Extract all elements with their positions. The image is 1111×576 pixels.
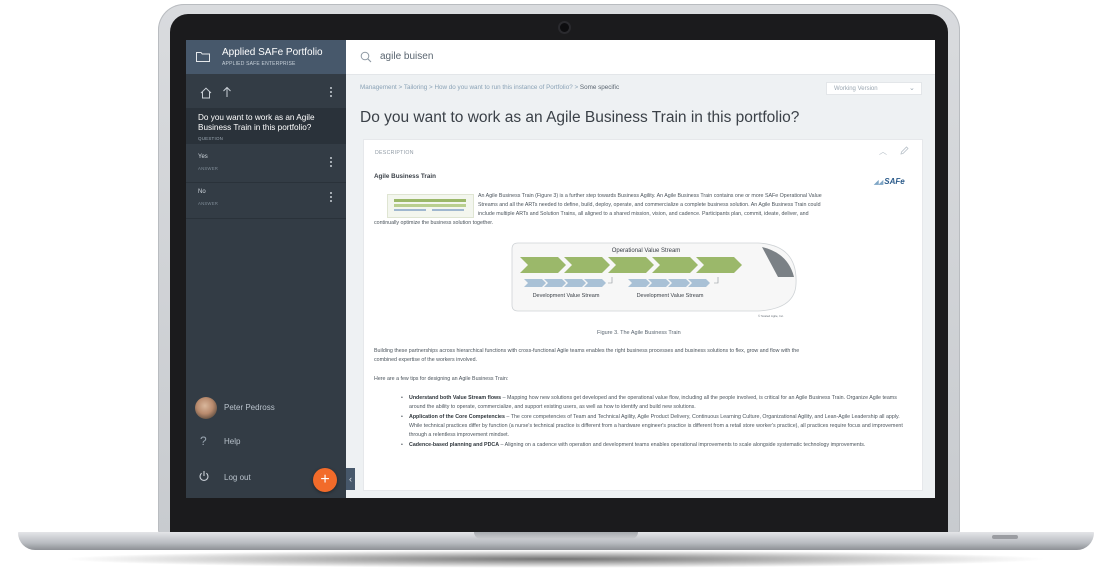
laptop-shadow <box>60 550 1050 568</box>
tips-list: • Understand both Value Stream flows – M… <box>401 394 911 451</box>
intro-line: An Agile Business Train (Figure 3) is a … <box>478 193 822 199</box>
figure-right-label: Development Value Stream <box>637 293 704 299</box>
intro-last-line: continually optimize the business soluti… <box>374 220 494 226</box>
breadcrumb[interactable]: Management > Tailoring > How do you want… <box>360 84 619 91</box>
camera <box>560 23 569 32</box>
figure-credit: © Scaled Agile, Inc. <box>758 314 784 318</box>
laptop-notch <box>474 532 638 539</box>
tip-text: – Aligning on a cadence with operation a… <box>499 442 866 448</box>
tips-intro: Here are a few tips for designing an Agi… <box>374 376 509 382</box>
para2-line: Building these partnerships across hiera… <box>374 348 800 354</box>
thumbnail-bar <box>394 209 426 211</box>
thumbnail-bar <box>432 209 464 211</box>
page-title: Do you want to work as an Agile Business… <box>360 109 800 126</box>
operational-chevrons <box>520 257 742 273</box>
thumbnail-bar <box>394 204 466 207</box>
bullet: • <box>401 395 403 401</box>
chevron-up-icon[interactable]: ︿ <box>879 146 887 157</box>
tip-item: • Understand both Value Stream flows – M… <box>401 394 911 412</box>
card-label: DESCRIPTION <box>375 150 414 156</box>
tip-title: Understand both Value Stream flows <box>409 395 502 401</box>
agile-business-train-figure: Operational Value Stream Development Val… <box>511 242 797 318</box>
figure-caption: Figure 3. The Agile Business Train <box>597 330 681 336</box>
chevron-down-icon: ⌄ <box>909 85 915 92</box>
search-icon[interactable] <box>360 51 372 63</box>
pencil-icon[interactable] <box>900 146 909 155</box>
breadcrumb-current: Some specific <box>579 84 620 91</box>
version-select[interactable]: Working Version ⌄ <box>826 82 922 95</box>
version-select-value: Working Version <box>834 85 878 92</box>
thumbnail-bar <box>394 199 466 202</box>
figure-top-label: Operational Value Stream <box>612 248 681 254</box>
safe-logo-text: SAFe <box>884 177 905 186</box>
intro-line: Streams and all the ARTs needed to defin… <box>478 202 821 208</box>
figure-left-label: Development Value Stream <box>533 293 600 299</box>
para2-line: combined expertise of the workers involv… <box>374 357 478 363</box>
search-input[interactable]: agile buisen <box>380 51 433 62</box>
tip-title: Cadence-based planning and PDCA <box>409 442 500 448</box>
partnerships-paragraph: Building these partnerships across hiera… <box>374 347 919 365</box>
tip-title: Application of the Core Competencies <box>409 414 505 420</box>
tip-item: • Cadence-based planning and PDCA – Alig… <box>401 441 911 450</box>
search-bar[interactable] <box>346 40 935 75</box>
main-area: agile buisen Management > Tailoring > Ho… <box>186 40 935 498</box>
bullet: • <box>401 414 403 420</box>
breadcrumb-path[interactable]: Management > Tailoring > How do you want… <box>360 84 580 91</box>
laptop-base-slot <box>992 535 1018 539</box>
bullet: • <box>401 442 403 448</box>
section-title: Agile Business Train <box>374 173 436 180</box>
figure-thumbnail[interactable] <box>387 194 474 218</box>
intro-paragraph: An Agile Business Train (Figure 3) is a … <box>478 192 928 219</box>
tip-item: • Application of the Core Competencies –… <box>401 413 911 440</box>
safe-logo: ◢◢SAFe <box>874 177 905 186</box>
intro-line: include multiple ARTs and Solution Train… <box>478 211 809 217</box>
